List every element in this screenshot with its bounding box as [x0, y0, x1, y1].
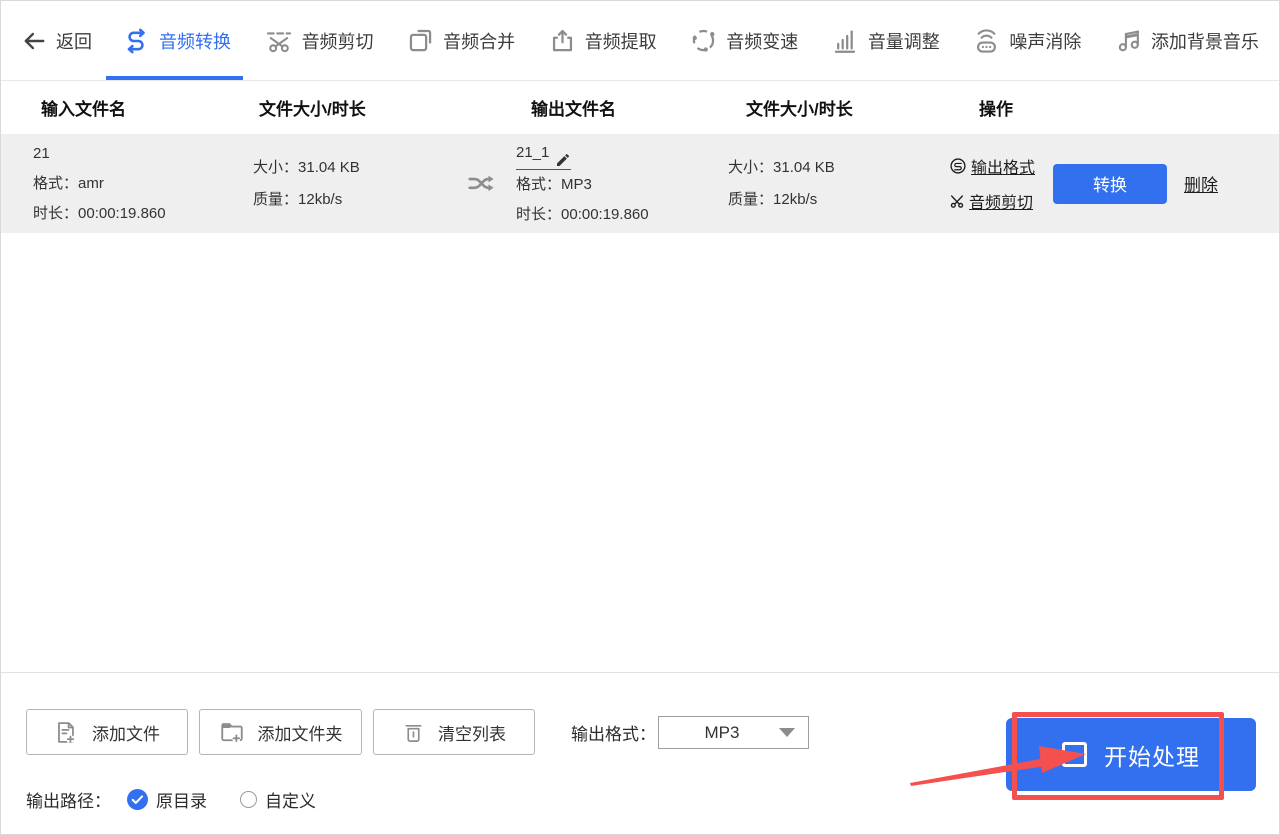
toolbar: 返回 音频转换 音频剪切 音频合并 音频提取 音频变速 音量调整 噪声消除 添加… [1, 1, 1279, 81]
tab-label: 添加背景音乐 [1150, 31, 1259, 52]
format-circle-icon [949, 157, 967, 175]
tab-label: 音频合并 [443, 31, 516, 52]
output-file-cell: 21_1 格式：MP3 时长：00:00:19.860 [516, 138, 726, 230]
input-file-format: 格式：amr [33, 174, 104, 192]
output-format-value: MP3 [704, 722, 740, 742]
add-file-icon [54, 720, 79, 745]
file-list-empty-area [1, 233, 1279, 672]
add-file-label: 添加文件 [92, 724, 160, 744]
table-header: 输入文件名 文件大小/时长 输出文件名 文件大小/时长 操作 [1, 81, 1279, 134]
audio-cut-icon [265, 27, 293, 55]
path-original-label: 原目录 [156, 792, 207, 811]
audio-merge-icon [407, 27, 434, 54]
output-file-quality: 质量：12kb/s [728, 190, 818, 208]
radio-checked-icon [127, 789, 148, 810]
output-path-row: 输出路径： 原目录 自定义 [26, 787, 316, 812]
audio-cut-link[interactable]: 音频剪切 [949, 189, 1035, 213]
tab-noise-removal[interactable]: 噪声消除 [973, 1, 1081, 80]
audio-toolkit-window: 返回 音频转换 音频剪切 音频合并 音频提取 音频变速 音量调整 噪声消除 添加… [0, 0, 1280, 835]
delete-link[interactable]: 删除 [1184, 171, 1218, 196]
output-format-link[interactable]: 输出格式 [949, 154, 1035, 178]
footer-panel: 添加文件 添加文件夹 清空列表 输出格式： MP3 开始处理 输出路径： 原目录… [1, 672, 1279, 834]
input-file-duration: 时长：00:00:19.860 [33, 204, 166, 222]
input-size-cell: 大小：31.04 KB 质量：12kb/s [251, 152, 446, 216]
tab-label: 音频变速 [726, 31, 799, 52]
output-size-cell: 大小：31.04 KB 质量：12kb/s [726, 152, 931, 216]
back-arrow-icon [21, 28, 47, 54]
tab-audio-merge[interactable]: 音频合并 [407, 1, 515, 80]
path-option-original[interactable]: 原目录 [127, 787, 207, 812]
start-processing-label: 开始处理 [1104, 743, 1200, 770]
audio-speed-icon [690, 27, 717, 54]
back-button[interactable]: 返回 [21, 28, 92, 54]
scissors-icon [949, 193, 965, 209]
audio-cut-link-label: 音频剪切 [969, 195, 1034, 212]
tab-label: 音频提取 [584, 31, 657, 52]
add-file-button[interactable]: 添加文件 [26, 709, 188, 755]
output-file-duration: 时长：00:00:19.860 [516, 205, 649, 223]
output-path-label: 输出路径： [26, 792, 111, 811]
tab-background-music[interactable]: 添加背景音乐 [1115, 1, 1259, 80]
output-file-name-edit[interactable]: 21_1 [516, 138, 572, 170]
noise-removal-icon [973, 27, 1000, 54]
add-folder-button[interactable]: 添加文件夹 [199, 709, 362, 755]
header-input-filename: 输入文件名 [41, 100, 126, 119]
output-file-size: 大小：31.04 KB [728, 158, 835, 176]
convert-button[interactable]: 转换 [1053, 163, 1168, 204]
input-file-cell: 21 格式：amr 时长：00:00:19.860 [1, 139, 251, 229]
input-file-quality: 质量：12kb/s [253, 190, 343, 208]
path-custom-label: 自定义 [265, 792, 316, 811]
tab-bar: 音频转换 音频剪切 音频合并 音频提取 音频变速 音量调整 噪声消除 添加背景音… [106, 1, 1259, 80]
add-folder-label: 添加文件夹 [257, 724, 343, 744]
tab-audio-convert[interactable]: 音频转换 [106, 1, 243, 80]
tab-label: 音频剪切 [301, 31, 374, 52]
start-processing-button[interactable]: 开始处理 [1006, 718, 1256, 791]
output-file-format: 格式：MP3 [516, 175, 592, 193]
tab-audio-cut[interactable]: 音频剪切 [265, 1, 374, 80]
tab-label: 噪声消除 [1009, 31, 1082, 52]
volume-adjust-icon [832, 27, 859, 54]
edit-pencil-icon [555, 152, 571, 168]
header-input-size-duration: 文件大小/时长 [259, 100, 366, 119]
radio-unchecked-icon [240, 791, 257, 808]
header-actions: 操作 [979, 100, 1013, 119]
add-folder-icon [219, 719, 245, 745]
tab-volume-adjust[interactable]: 音量调整 [832, 1, 940, 80]
chevron-down-icon [779, 728, 795, 737]
trash-icon [402, 721, 425, 744]
start-square-icon [1062, 742, 1087, 767]
tab-audio-extract[interactable]: 音频提取 [549, 1, 657, 80]
audio-extract-icon [549, 27, 576, 54]
input-file-name: 21 [33, 144, 50, 162]
clear-list-button[interactable]: 清空列表 [373, 709, 535, 755]
clear-list-label: 清空列表 [438, 724, 506, 744]
output-format-link-label: 输出格式 [971, 160, 1036, 177]
table-row: 21 格式：amr 时长：00:00:19.860 大小：31.04 KB 质量… [1, 134, 1279, 233]
output-format-group: 输出格式： MP3 [571, 716, 809, 749]
header-output-size-duration: 文件大小/时长 [746, 100, 853, 119]
path-option-custom[interactable]: 自定义 [240, 787, 316, 812]
tab-label: 音频转换 [159, 31, 231, 52]
output-format-dropdown[interactable]: MP3 [658, 716, 809, 749]
input-file-size: 大小：31.04 KB [253, 158, 360, 176]
swap-cell [446, 169, 516, 199]
tab-label: 音量调整 [867, 31, 940, 52]
actions-cell: 输出格式 音频剪切 转换 删除 [931, 154, 1279, 213]
shuffle-icon[interactable] [463, 169, 499, 199]
background-music-icon [1115, 27, 1142, 54]
output-format-label: 输出格式： [571, 725, 656, 744]
header-output-filename: 输出文件名 [531, 100, 616, 119]
audio-convert-icon [122, 27, 150, 55]
back-label: 返回 [56, 31, 92, 52]
tab-audio-speed[interactable]: 音频变速 [690, 1, 798, 80]
output-file-name: 21_1 [516, 143, 550, 161]
